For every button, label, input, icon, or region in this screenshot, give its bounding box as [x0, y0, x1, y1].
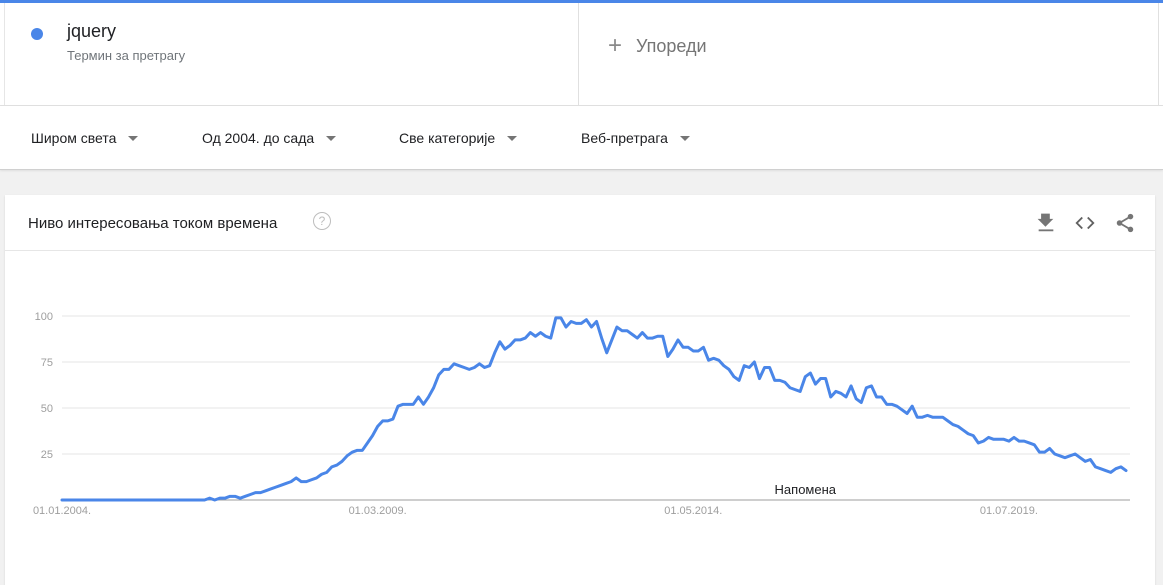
search-type-filter[interactable]: Веб-претрага	[581, 130, 690, 146]
term-color-dot	[31, 28, 43, 40]
x-tick-label: 01.07.2019.	[980, 505, 1038, 517]
help-circle-icon[interactable]: ?	[313, 212, 331, 230]
card-header: Ниво интересовања током времена ?	[5, 195, 1155, 251]
y-tick-label: 25	[41, 449, 53, 461]
chart-annotation-note[interactable]: Напомена	[775, 482, 837, 497]
category-filter-label: Све категорије	[399, 130, 496, 146]
card-title: Ниво интересовања током времена	[28, 215, 278, 232]
filter-bar: Широм света Од 2004. до сада Све категор…	[0, 106, 1163, 170]
x-tick-label: 01.03.2009.	[349, 505, 407, 517]
search-term[interactable]: jquery	[67, 21, 116, 42]
interest-line-chart: 25 50 75 100 01.01.2004. 01.03.2009. 01.05.20…	[33, 311, 1130, 517]
search-type-filter-label: Веб-претрага	[581, 130, 668, 146]
download-icon[interactable]	[1035, 212, 1057, 234]
y-tick-label: 75	[41, 357, 53, 369]
region-filter[interactable]: Широм света	[31, 130, 139, 146]
dropdown-caret-icon	[326, 135, 337, 141]
y-tick-label: 50	[41, 403, 53, 415]
dropdown-caret-icon	[507, 135, 518, 141]
search-terms-panel: jquery Термин за претрагу + Упореди	[0, 3, 1163, 106]
search-term-card[interactable]: jquery Термин за претрагу	[4, 3, 579, 105]
region-filter-label: Широм света	[31, 130, 117, 146]
dropdown-caret-icon	[679, 135, 690, 141]
compare-label: Упореди	[636, 35, 707, 56]
share-icon[interactable]	[1114, 212, 1136, 234]
time-range-filter-label: Од 2004. до сада	[202, 130, 315, 146]
compare-button[interactable]: + Упореди	[608, 31, 707, 61]
time-range-filter[interactable]: Од 2004. до сада	[202, 130, 337, 146]
category-filter[interactable]: Све категорије	[399, 130, 518, 146]
search-term-type: Термин за претрагу	[67, 48, 186, 63]
x-tick-label: 01.01.2004.	[33, 505, 91, 517]
x-tick-label: 01.05.2014.	[664, 505, 722, 517]
dropdown-caret-icon	[128, 135, 139, 141]
y-tick-label: 100	[35, 311, 53, 323]
plus-icon: +	[608, 32, 623, 59]
embed-icon[interactable]	[1074, 212, 1096, 234]
panel-divider	[1158, 3, 1159, 105]
series-line-jquery	[60, 316, 1128, 502]
interest-over-time-card: Ниво интересовања током времена ? 25 50 75…	[5, 195, 1155, 585]
